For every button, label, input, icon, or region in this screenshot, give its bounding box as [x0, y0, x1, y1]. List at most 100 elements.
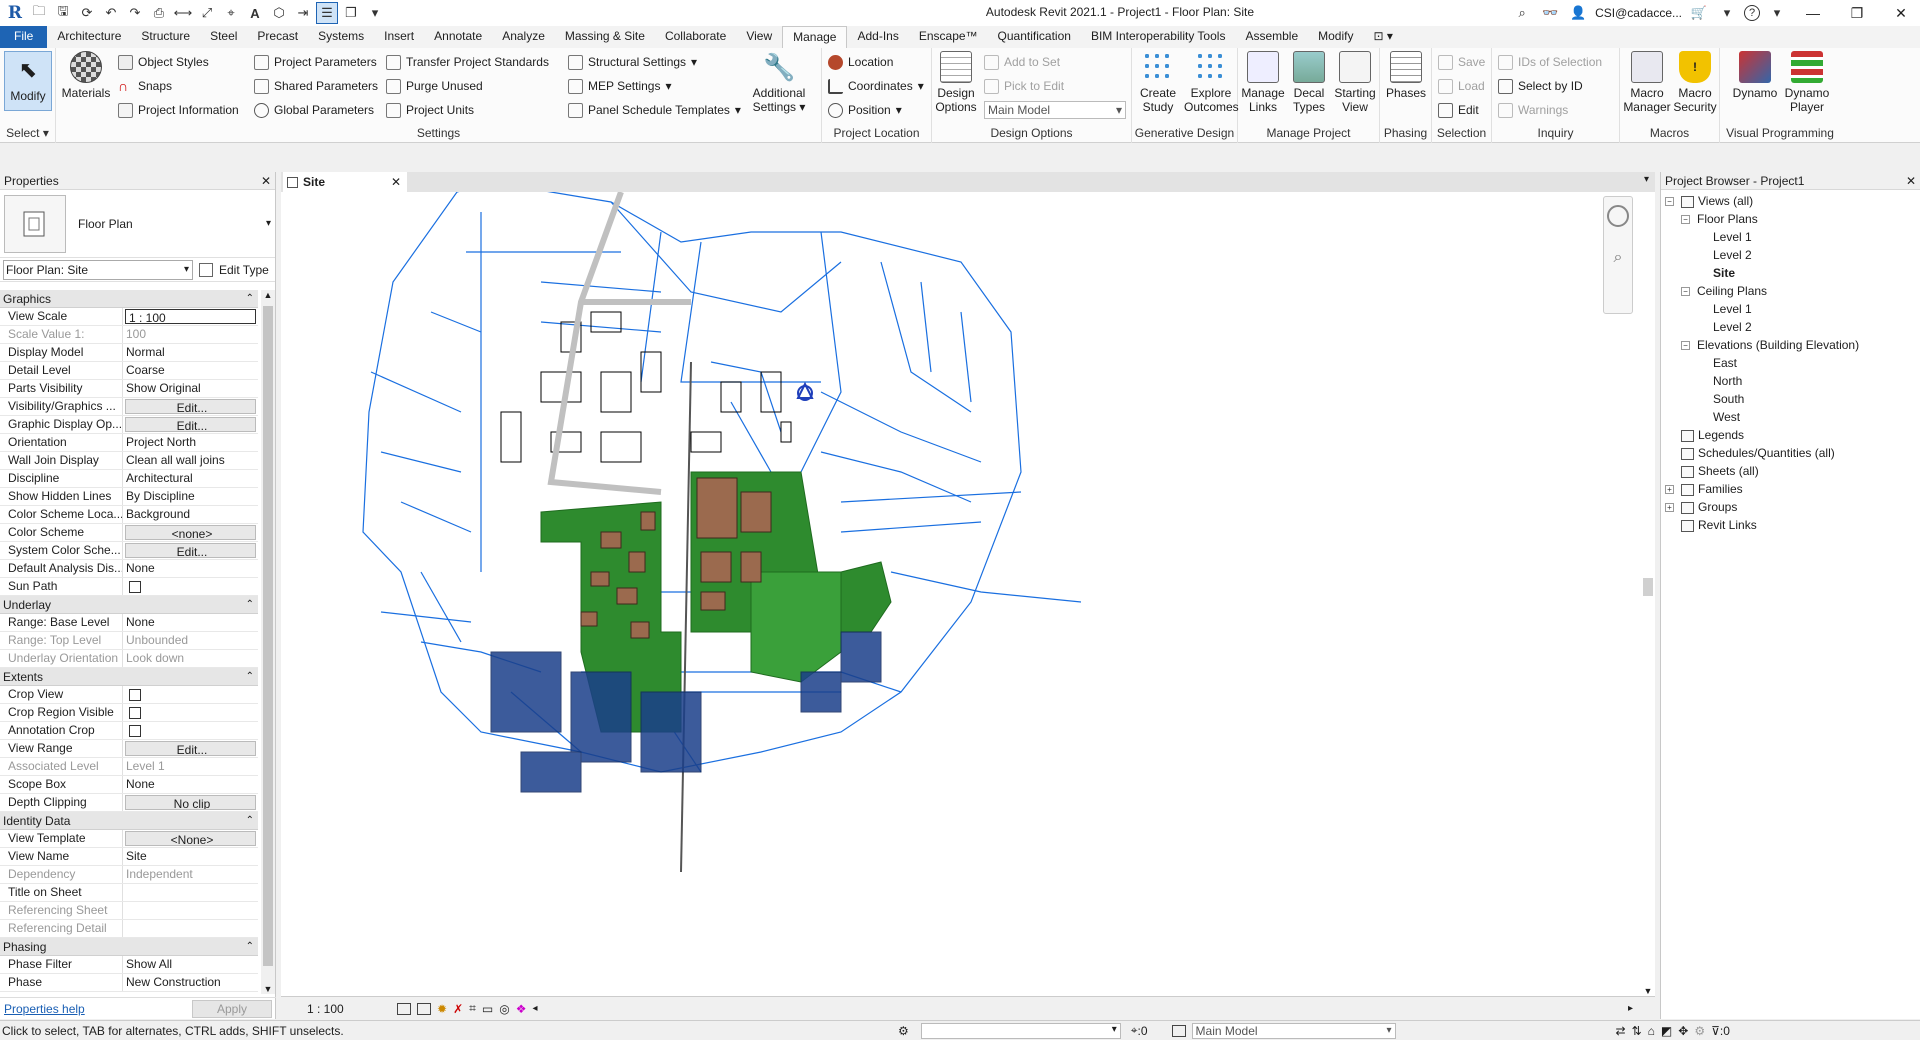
- property-button[interactable]: No clip: [125, 795, 256, 810]
- browser-node[interactable]: + Families: [1661, 480, 1920, 498]
- detail-level-icon[interactable]: [397, 1002, 411, 1015]
- restore-icon[interactable]: ❐: [1838, 0, 1876, 26]
- edit-selection-button[interactable]: Edit: [1438, 100, 1479, 120]
- tab-massing-site[interactable]: Massing & Site: [555, 26, 655, 48]
- tab-collaborate[interactable]: Collaborate: [655, 26, 736, 48]
- property-value[interactable]: 1 : 100: [125, 309, 256, 324]
- select-by-face-icon[interactable]: ◩: [1661, 1024, 1672, 1038]
- design-options-button[interactable]: Design Options: [934, 51, 978, 114]
- property-checkbox[interactable]: [129, 689, 141, 701]
- section-icon[interactable]: ⇥: [292, 2, 314, 24]
- status-design-option[interactable]: Main Model ▾: [1191, 1022, 1396, 1039]
- tab-annotate[interactable]: Annotate: [424, 26, 492, 48]
- close-icon[interactable]: ✕: [1906, 174, 1916, 188]
- collapse-icon[interactable]: −: [1665, 197, 1674, 206]
- tab-bim-interoperability-tools[interactable]: BIM Interoperability Tools: [1081, 26, 1236, 48]
- browser-node[interactable]: Site: [1661, 264, 1920, 282]
- steering-wheel-icon[interactable]: [1607, 205, 1629, 227]
- browser-node[interactable]: Level 1: [1661, 228, 1920, 246]
- tab-precast[interactable]: Precast: [247, 26, 308, 48]
- tab-manage[interactable]: Manage: [782, 26, 848, 48]
- location-button[interactable]: Location: [828, 52, 893, 72]
- tab-structure[interactable]: Structure: [131, 26, 200, 48]
- browser-node[interactable]: − Floor Plans: [1661, 210, 1920, 228]
- property-button[interactable]: Edit...: [125, 417, 256, 432]
- close-icon[interactable]: ✕: [1882, 0, 1920, 26]
- property-value[interactable]: By Discipline: [123, 488, 258, 505]
- shadows-icon[interactable]: ✗: [453, 1002, 463, 1016]
- manage-links-button[interactable]: Manage Links: [1240, 51, 1286, 114]
- expand-icon[interactable]: +: [1665, 503, 1674, 512]
- browser-node[interactable]: Schedules/Quantities (all): [1661, 444, 1920, 462]
- switch-windows-icon[interactable]: ❐: [340, 2, 362, 24]
- explore-outcomes-button[interactable]: Explore Outcomes: [1184, 51, 1239, 114]
- modify-button[interactable]: ⬉ Modify: [4, 51, 52, 111]
- tab-architecture[interactable]: Architecture: [47, 26, 131, 48]
- tab-steel[interactable]: Steel: [200, 26, 247, 48]
- dynamo-player-button[interactable]: Dynamo Player: [1782, 51, 1832, 114]
- pick-to-edit-button[interactable]: Pick to Edit: [984, 76, 1064, 96]
- zoom-icon[interactable]: ⌕: [1607, 249, 1629, 271]
- browser-node[interactable]: East: [1661, 354, 1920, 372]
- redo-icon[interactable]: ↷: [124, 2, 146, 24]
- select-panel-label[interactable]: Select ▾: [0, 125, 55, 141]
- group-identity-data[interactable]: Identity Data ⌃: [0, 812, 258, 830]
- open-icon[interactable]: 🗀: [28, 2, 50, 24]
- collapse-icon[interactable]: −: [1681, 287, 1690, 296]
- property-value[interactable]: None: [123, 614, 258, 631]
- tab-enscape[interactable]: Enscape™: [909, 26, 988, 48]
- phases-button[interactable]: Phases: [1382, 51, 1430, 100]
- view-scale[interactable]: 1 : 100: [307, 1002, 367, 1016]
- create-study-button[interactable]: Create Study: [1134, 51, 1182, 114]
- group-phasing[interactable]: Phasing ⌃: [0, 938, 258, 956]
- project-information-button[interactable]: Project Information: [118, 100, 239, 120]
- browser-node[interactable]: Level 2: [1661, 318, 1920, 336]
- macro-security-button[interactable]: ! Macro Security: [1670, 51, 1720, 114]
- collapse-icon[interactable]: −: [1681, 215, 1690, 224]
- scroll-thumb[interactable]: [263, 306, 273, 966]
- thin-lines-icon[interactable]: ☰: [316, 2, 338, 24]
- type-selector[interactable]: Floor Plan ▾: [0, 190, 275, 258]
- instance-selector[interactable]: Floor Plan: Site ▾: [3, 259, 193, 280]
- tab-file[interactable]: File: [0, 26, 48, 48]
- browser-node[interactable]: West: [1661, 408, 1920, 426]
- tab-view[interactable]: View: [736, 26, 782, 48]
- browser-node[interactable]: Level 1: [1661, 300, 1920, 318]
- browser-node[interactable]: Revit Links: [1661, 516, 1920, 534]
- property-value[interactable]: None: [123, 776, 258, 793]
- group-extents[interactable]: Extents ⌃: [0, 668, 258, 686]
- drawing-area[interactable]: [281, 172, 1655, 1020]
- undo-icon[interactable]: ↶: [100, 2, 122, 24]
- cart-icon[interactable]: 🛒: [1688, 2, 1710, 24]
- coordinates-button[interactable]: Coordinates ▾: [828, 76, 924, 96]
- chevron-down-icon[interactable]: ▾: [266, 218, 271, 229]
- view-tab-site[interactable]: Site ✕: [283, 172, 407, 192]
- property-value[interactable]: Show All: [123, 956, 258, 973]
- temporary-hide-icon[interactable]: ◎: [499, 1002, 509, 1016]
- browser-node[interactable]: Sheets (all): [1661, 462, 1920, 480]
- drag-elements-icon[interactable]: ✥: [1678, 1024, 1688, 1038]
- property-value[interactable]: Show Original: [123, 380, 258, 397]
- tab-insert[interactable]: Insert: [374, 26, 424, 48]
- edit-type-icon[interactable]: [199, 262, 213, 277]
- additional-settings-button[interactable]: 🔧 Additional Settings ▾: [746, 51, 812, 114]
- project-parameters-button[interactable]: Project Parameters: [254, 52, 377, 72]
- macro-manager-button[interactable]: Macro Manager: [1622, 51, 1672, 114]
- property-value[interactable]: None: [123, 560, 258, 577]
- property-button[interactable]: Edit...: [125, 399, 256, 414]
- warnings-button[interactable]: Warnings: [1498, 100, 1568, 120]
- select-underlay-icon[interactable]: ⇅: [1632, 1024, 1642, 1038]
- tag-icon[interactable]: ⌖: [220, 2, 242, 24]
- crop-view-icon[interactable]: ⌗: [469, 1001, 476, 1016]
- browser-node[interactable]: Legends: [1661, 426, 1920, 444]
- object-styles-button[interactable]: Object Styles: [118, 52, 209, 72]
- group-underlay[interactable]: Underlay ⌃: [0, 596, 258, 614]
- property-value[interactable]: Background: [123, 506, 258, 523]
- minimize-icon[interactable]: —: [1794, 0, 1832, 26]
- aligned-dimension-icon[interactable]: ⤢: [196, 2, 218, 24]
- sun-path-icon[interactable]: ✹: [437, 1002, 447, 1016]
- property-value[interactable]: New Construction: [123, 974, 258, 991]
- contextual-tab-dropdown-icon[interactable]: ⊡ ▾: [1363, 26, 1402, 48]
- dynamo-button[interactable]: Dynamo: [1730, 51, 1780, 100]
- help-dropdown-icon[interactable]: ▾: [1766, 2, 1788, 24]
